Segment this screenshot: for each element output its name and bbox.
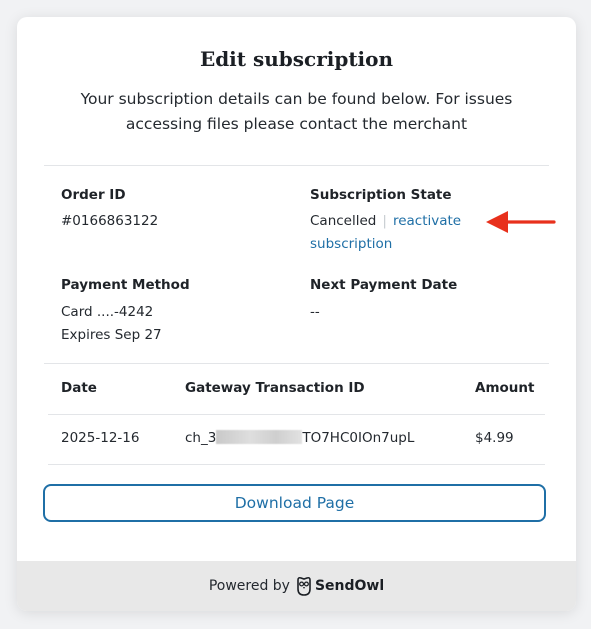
divider <box>44 165 549 166</box>
redacted-region <box>216 430 303 444</box>
next-payment-date-value: -- <box>310 304 320 320</box>
owl-icon <box>297 576 311 596</box>
download-page-button[interactable]: Download Page <box>43 484 546 522</box>
brand-name: SendOwl <box>314 578 385 594</box>
subscription-card: Edit subscription Your subscription deta… <box>17 17 576 611</box>
powered-by-text: Powered by <box>208 578 290 594</box>
transaction-id: ch_3 TO7HC0IOn7upL <box>185 430 414 446</box>
transaction-id-suffix: TO7HC0IOn7upL <box>302 430 415 446</box>
red-arrow-icon <box>486 211 556 233</box>
payment-method-label: Payment Method <box>61 277 190 293</box>
transaction-date: 2025-12-16 <box>61 430 140 446</box>
column-header-date: Date <box>61 380 97 396</box>
table-row-divider <box>48 464 545 465</box>
subscription-state-value: Cancelled | reactivate subscription <box>310 210 490 256</box>
footer: Powered by SendOwl <box>17 561 576 611</box>
page-title: Edit subscription <box>199 47 394 71</box>
order-id-value: #0166863122 <box>61 213 159 229</box>
column-header-amount: Amount <box>475 380 535 396</box>
subscription-state-text: Cancelled <box>310 213 377 229</box>
divider <box>44 363 549 364</box>
column-header-transaction-id: Gateway Transaction ID <box>185 380 365 396</box>
sendowl-brand[interactable]: SendOwl <box>296 576 384 596</box>
separator: | <box>382 213 387 229</box>
transaction-id-prefix: ch_3 <box>185 430 217 446</box>
payment-card: Card ....-4242 <box>61 304 154 320</box>
transaction-amount: $4.99 <box>475 430 514 446</box>
subscription-state-label: Subscription State <box>310 187 452 203</box>
order-id-label: Order ID <box>61 187 126 203</box>
page-subtitle: Your subscription details can be found b… <box>80 90 513 133</box>
table-header-divider <box>48 414 545 415</box>
next-payment-date-label: Next Payment Date <box>310 277 458 293</box>
payment-expires: Expires Sep 27 <box>61 327 162 343</box>
